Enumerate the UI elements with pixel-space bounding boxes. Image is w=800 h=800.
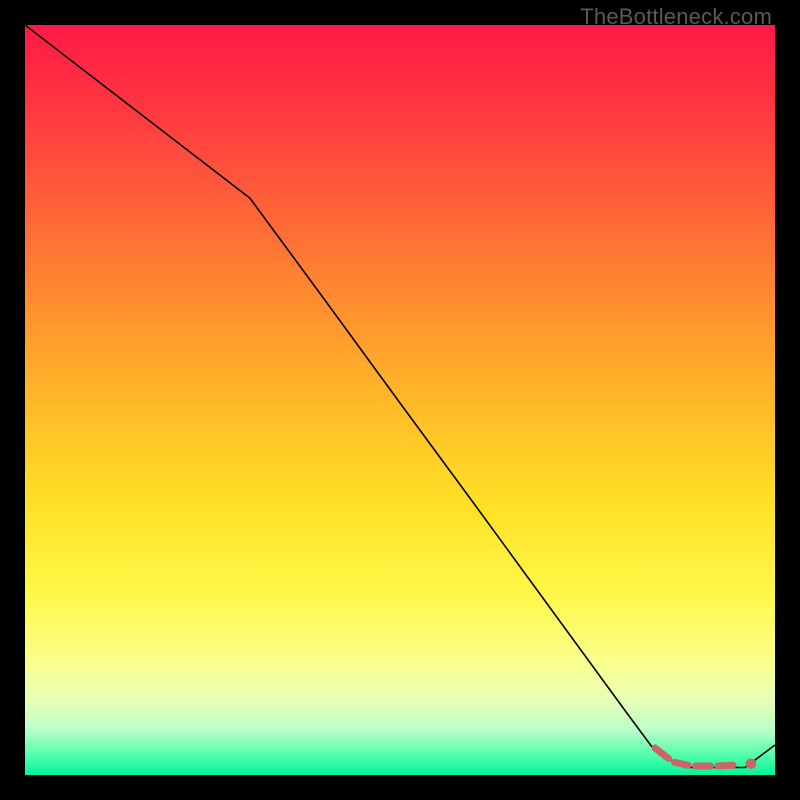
plot-area [25, 25, 775, 775]
curve-line [25, 25, 775, 768]
chart-overlay [25, 25, 775, 775]
marker-dash [675, 762, 689, 765]
marker-dash [655, 748, 669, 759]
marker-dot [746, 759, 757, 770]
bottleneck-curve [25, 25, 775, 768]
end-marker-group [655, 748, 756, 769]
chart-frame: TheBottleneck.com [0, 0, 800, 800]
watermark-text: TheBottleneck.com [580, 4, 772, 30]
marker-dash [718, 765, 733, 766]
